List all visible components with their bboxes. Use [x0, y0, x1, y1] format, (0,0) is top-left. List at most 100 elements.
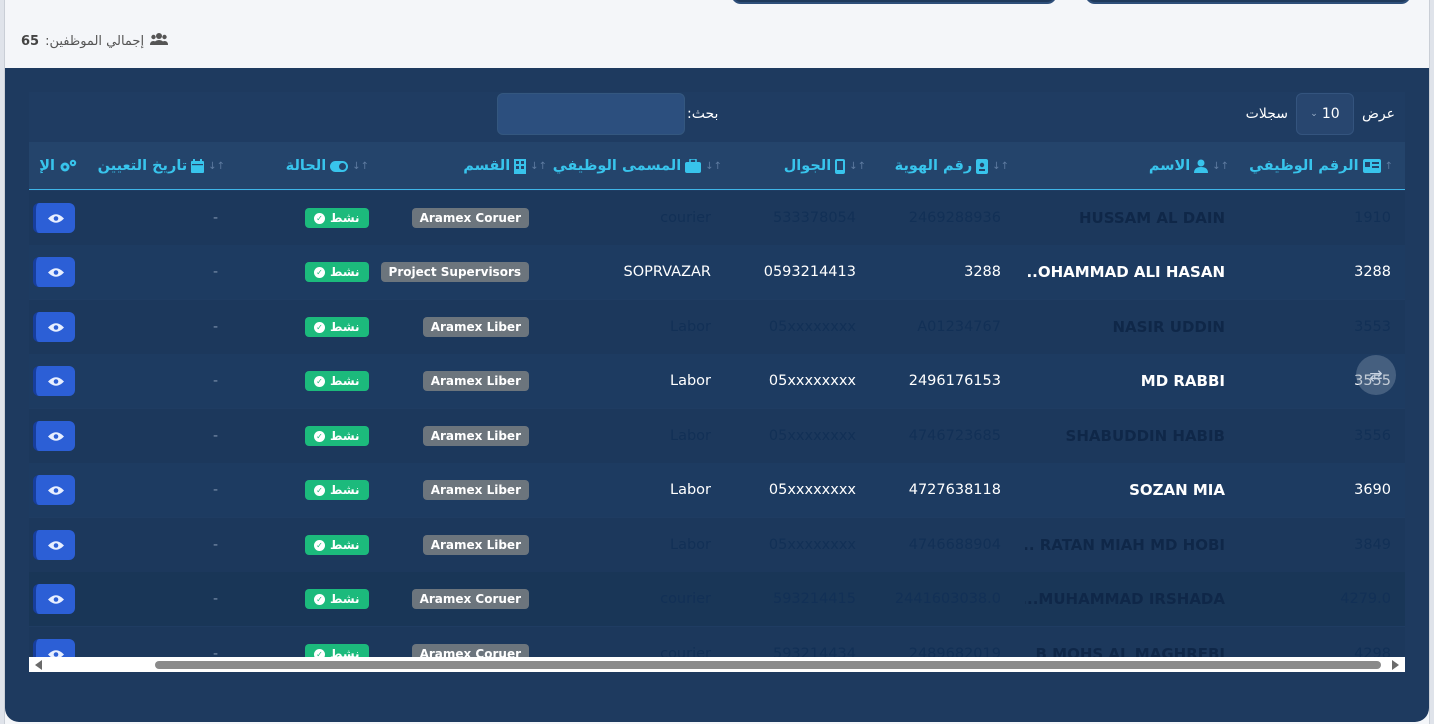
swipe-hint-icon[interactable]: ⇄ — [1356, 355, 1396, 395]
view-button[interactable] — [33, 475, 75, 505]
view-button[interactable] — [33, 584, 75, 614]
view-button[interactable] — [33, 203, 75, 233]
status-badge: نشط ✓ — [305, 426, 369, 446]
cell-mobile: 0593214413 — [763, 264, 856, 280]
cell-name: ...MUHAMMAD IRSHADA — [1025, 590, 1225, 608]
table-row[interactable]: 4279.0 ...MUHAMMAD IRSHADA 2441603038.0 593… — [29, 572, 1405, 626]
table-row[interactable]: 1910 HUSSAM AL DAIN 2469288936 533378054 cou… — [29, 191, 1405, 245]
cell-mobile: 593214434 — [772, 646, 856, 657]
scroll-right-icon[interactable] — [1392, 660, 1399, 670]
table-row[interactable]: 3849 ... RATAN MIAH MD HOBI 4746688904 05xx… — [29, 518, 1405, 572]
search-label: بحث: — [687, 106, 719, 122]
cell-assign-date: - — [213, 319, 219, 335]
cell-mobile: 533378054 — [772, 210, 856, 226]
cell-mobile: 05xxxxxxxx — [768, 373, 856, 389]
search-control: بحث: — [497, 92, 718, 136]
col-job-title-label: المسمى الوظيفي — [552, 158, 682, 174]
table-row[interactable]: 3288 ...OHAMMAD ALI HASAN 3288 0593214413 SO… — [29, 245, 1405, 299]
sort-icon: ↑↓ — [208, 160, 225, 172]
department-badge: Aramex Liber — [422, 480, 529, 500]
col-emp-no-label: الرقم الوظيفي — [1249, 158, 1359, 174]
sort-icon: ↑↓ — [849, 160, 866, 172]
table-row[interactable]: 4298 B MOHS AL MAGHREBI 2489682019 59321443… — [29, 627, 1405, 657]
col-department[interactable]: ↑↓ القسم — [463, 142, 553, 190]
status-badge: نشط ✓ — [305, 480, 369, 500]
cell-name: SOZAN MIA — [1129, 481, 1225, 499]
eye-icon — [47, 376, 64, 386]
building-icon — [514, 158, 527, 174]
status-text: نشط — [330, 592, 360, 606]
col-actions[interactable]: الإ — [39, 142, 77, 190]
table-row[interactable]: 3556 SHABUDDIN HABIB 4746723685 05xxxxxxxx L… — [29, 409, 1405, 463]
cell-id-no: 4727638118 — [908, 482, 1001, 498]
col-name-label: الاسم — [1148, 158, 1191, 174]
col-status[interactable]: ↑↓ الحالة — [286, 142, 375, 190]
calendar-icon — [191, 159, 205, 173]
cell-name: ...OHAMMAD ALI HASAN — [1025, 263, 1225, 281]
view-button[interactable] — [33, 639, 75, 657]
view-button[interactable] — [33, 312, 75, 342]
col-id-no[interactable]: ↑↓ رقم الهوية — [895, 142, 1015, 190]
length-prefix: عرض — [1361, 106, 1395, 122]
search-input[interactable] — [497, 93, 685, 135]
sort-icon: ↑ — [1384, 160, 1393, 172]
col-id-no-label: رقم الهوية — [894, 158, 973, 174]
cell-status: نشط ✓ — [305, 627, 385, 657]
cell-status: نشط ✓ — [305, 245, 385, 299]
col-assign-date[interactable]: ↑↓ تاريخ التعيين — [98, 142, 231, 190]
table-header: ↑ الرقم الوظيفي ↑↓ الاسم ↑↓ رقم الهوية ↑… — [29, 142, 1405, 190]
total-count: 65 — [21, 33, 40, 49]
table-row[interactable]: 3553 NASIR UDDIN A01234767 05xxxxxxxx Labor A… — [29, 300, 1405, 354]
cell-status: نشط ✓ — [305, 300, 385, 354]
eye-icon — [47, 485, 64, 495]
horizontal-scrollbar[interactable] — [29, 657, 1405, 672]
cell-assign-date: - — [213, 646, 219, 657]
scroll-thumb[interactable] — [155, 661, 1381, 669]
page-length-value: 10 — [1321, 106, 1340, 122]
view-button[interactable] — [33, 257, 75, 287]
cell-emp-no: 4279.0 — [1340, 591, 1391, 607]
cell-assign-date: - — [213, 537, 219, 553]
top-card-tab — [731, 0, 1057, 4]
cell-job-title: Labor — [669, 537, 711, 553]
cell-job-title: courier — [660, 210, 711, 226]
cell-job-title: Labor — [669, 482, 711, 498]
view-button[interactable] — [33, 366, 75, 396]
col-mobile[interactable]: ↑↓ الجوال — [784, 142, 872, 190]
status-badge: نشط ✓ — [305, 535, 369, 555]
sort-icon: ↑↓ — [352, 160, 369, 172]
status-badge: نشط ✓ — [305, 262, 369, 282]
cell-assign-date: - — [213, 428, 219, 444]
eye-icon — [47, 322, 64, 332]
cell-id-no: 2469288936 — [908, 210, 1001, 226]
table-row[interactable]: 3690 SOZAN MIA 4727638118 05xxxxxxxx Labor Ar… — [29, 463, 1405, 517]
sort-icon: ↑↓ — [1212, 160, 1229, 172]
page-frame: إجمالي الموظفين: 65 عرض 10 ⌄ سجلات بحث: … — [4, 0, 1430, 724]
status-text: نشط — [330, 538, 360, 552]
status-badge: نشط ✓ — [305, 644, 369, 657]
col-job-title[interactable]: ↑↓ المسمى الوظيفي — [553, 142, 728, 190]
cell-emp-no: 3849 — [1354, 537, 1391, 553]
check-circle-icon: ✓ — [314, 321, 325, 333]
status-badge: نشط ✓ — [305, 208, 369, 228]
cell-emp-no: 3553 — [1354, 319, 1391, 335]
status-text: نشط — [330, 211, 360, 225]
briefcase-icon — [685, 159, 702, 173]
view-button[interactable] — [33, 421, 75, 451]
cell-mobile: 05xxxxxxxx — [768, 537, 856, 553]
check-circle-icon: ✓ — [314, 648, 325, 657]
page-length-select[interactable]: 10 ⌄ — [1295, 93, 1354, 135]
cell-job-title: courier — [660, 591, 711, 607]
cell-emp-no: 4298 — [1354, 646, 1391, 657]
check-circle-icon: ✓ — [314, 430, 325, 442]
table-row[interactable]: 3555 MD RABBI 2496176153 05xxxxxxxx Labor Ara… — [29, 354, 1405, 408]
status-text: نشط — [330, 647, 360, 657]
user-icon — [1194, 159, 1209, 173]
check-circle-icon: ✓ — [314, 484, 325, 496]
col-name[interactable]: ↑↓ الاسم — [1149, 142, 1235, 190]
department-badge: Aramex Coruer — [411, 208, 529, 228]
col-emp-no[interactable]: ↑ الرقم الوظيفي — [1249, 142, 1399, 190]
view-button[interactable] — [33, 530, 75, 560]
cell-name: ... RATAN MIAH MD HOBI — [1025, 536, 1225, 554]
scroll-left-icon[interactable] — [35, 660, 42, 670]
